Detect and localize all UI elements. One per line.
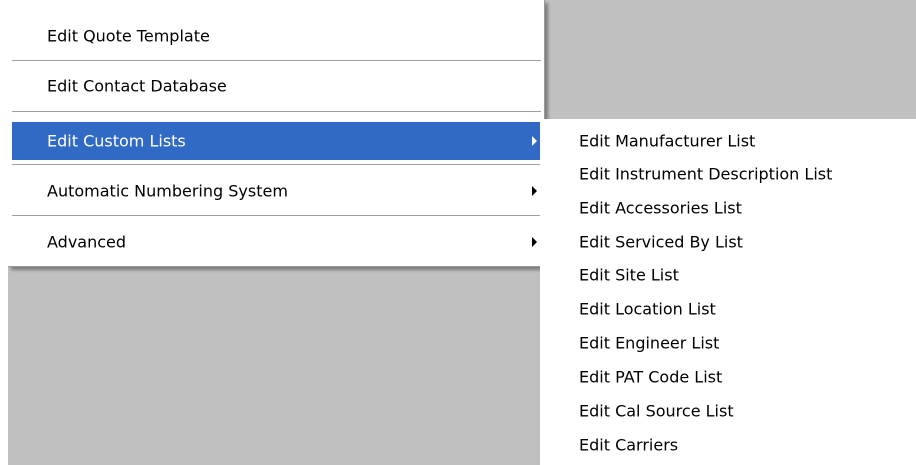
menu-separator	[12, 215, 541, 217]
menu-item-automatic-numbering-system[interactable]: Automatic Numbering System	[12, 169, 541, 213]
menu-item-label: Edit Quote Template	[47, 26, 210, 46]
submenu-item-label: Edit PAT Code List	[579, 367, 723, 386]
menu-separator	[12, 164, 541, 166]
submenu-item-label: Edit Serviced By List	[579, 232, 743, 251]
submenu-item-label: Edit Accessories List	[579, 198, 742, 217]
submenu-item-edit-accessories-list[interactable]: Edit Accessories List	[540, 191, 916, 224]
menu-top-edge	[8, 0, 544, 10]
submenu-item-edit-pat-code-list[interactable]: Edit PAT Code List	[540, 360, 916, 393]
chevron-right-icon	[532, 136, 537, 146]
custom-lists-submenu: Edit Manufacturer List Edit Instrument D…	[540, 119, 916, 465]
submenu-item-edit-engineer-list[interactable]: Edit Engineer List	[540, 326, 916, 359]
submenu-item-edit-instrument-description-list[interactable]: Edit Instrument Description List	[540, 157, 916, 190]
menu-item-label: Edit Custom Lists	[47, 131, 186, 151]
chevron-right-icon	[532, 237, 537, 247]
submenu-item-label: Edit Instrument Description List	[579, 164, 833, 183]
menu-item-edit-custom-lists[interactable]: Edit Custom Lists	[12, 122, 541, 160]
chevron-right-icon	[532, 186, 537, 196]
menu-item-advanced[interactable]: Advanced	[12, 222, 541, 262]
menu-separator	[12, 60, 541, 62]
submenu-item-label: Edit Cal Source List	[579, 401, 734, 420]
submenu-item-edit-manufacturer-list[interactable]: Edit Manufacturer List	[540, 124, 916, 157]
menu-item-label: Edit Contact Database	[47, 76, 227, 96]
submenu-item-label: Edit Location List	[579, 299, 716, 318]
menu-item-edit-quote-template[interactable]: Edit Quote Template	[12, 16, 541, 56]
submenu-item-label: Edit Site List	[579, 265, 679, 284]
submenu-item-label: Edit Manufacturer List	[579, 131, 756, 150]
left-margin	[0, 0, 8, 465]
submenu-item-label: Edit Engineer List	[579, 333, 720, 352]
menu-item-label: Automatic Numbering System	[47, 181, 288, 201]
context-menu: Edit Quote Template Edit Contact Databas…	[8, 0, 545, 267]
menu-separator	[12, 111, 541, 113]
menu-item-edit-contact-database[interactable]: Edit Contact Database	[12, 66, 541, 106]
submenu-item-edit-cal-source-list[interactable]: Edit Cal Source List	[540, 394, 916, 427]
submenu-item-label: Edit Carriers	[579, 435, 679, 454]
submenu-item-edit-site-list[interactable]: Edit Site List	[540, 258, 916, 291]
submenu-item-edit-location-list[interactable]: Edit Location List	[540, 292, 916, 325]
submenu-item-edit-serviced-by-list[interactable]: Edit Serviced By List	[540, 225, 916, 258]
menu-item-label: Advanced	[47, 232, 127, 252]
submenu-item-edit-carriers[interactable]: Edit Carriers	[540, 428, 916, 461]
